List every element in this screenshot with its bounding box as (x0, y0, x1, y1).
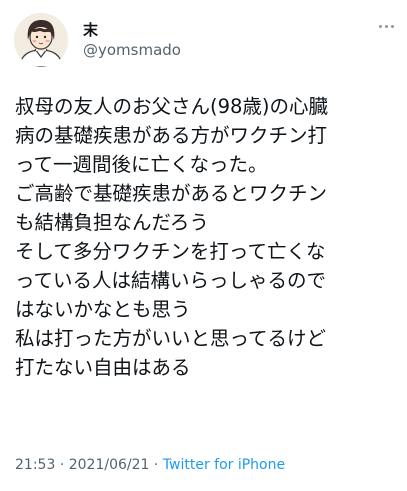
tweet-time[interactable]: 21:53 (15, 457, 55, 473)
tweet-text-line: も結構負担なんだろう (15, 211, 209, 234)
tweet-date[interactable]: 2021/06/21 (69, 457, 150, 473)
tweet-text-line: 叔母の友人のお父さん(98歳)の心臓 (15, 95, 329, 118)
meta-separator: · (59, 457, 65, 473)
avatar-illustration (14, 13, 68, 67)
tweet-text-line: 私は打った方がいいと思ってるけど (15, 327, 327, 350)
tweet-text: 叔母の友人のお父さん(98歳)の心臓 病の基礎疾患がある方がワクチン打 って一週… (15, 92, 400, 382)
more-horizontal-icon[interactable] (378, 21, 396, 33)
tweet-card: 末 @yomsmado 叔母の友人のお父さん(98歳)の心臓 病の基礎疾患がある… (0, 0, 407, 491)
tweet-text-line: 打たない自由はある (15, 356, 191, 379)
more-dot (391, 25, 394, 28)
tweet-text-line: っている人は結構いらっしゃるので (15, 269, 327, 292)
tweet-metadata: 21:53 · 2021/06/21 · Twitter for iPhone (15, 456, 285, 474)
tweet-text-line: 病の基礎疾患がある方がワクチン打 (15, 124, 328, 147)
more-dot (385, 25, 388, 28)
avatar[interactable] (14, 13, 68, 67)
meta-separator: · (153, 457, 159, 473)
tweet-source-link[interactable]: Twitter for iPhone (163, 457, 285, 473)
more-dot (379, 25, 382, 28)
display-name[interactable]: 末 (83, 21, 98, 39)
tweet-text-line: はないかなとも思う (15, 298, 191, 321)
tweet-text-line: そして多分ワクチンを打って亡くな (15, 240, 326, 263)
tweet-text-line: ご高齢で基礎疾患があるとワクチン (15, 182, 328, 205)
tweet-text-line: って一週間後に亡くなった。 (15, 153, 268, 176)
username-handle[interactable]: @yomsmado (83, 41, 181, 59)
